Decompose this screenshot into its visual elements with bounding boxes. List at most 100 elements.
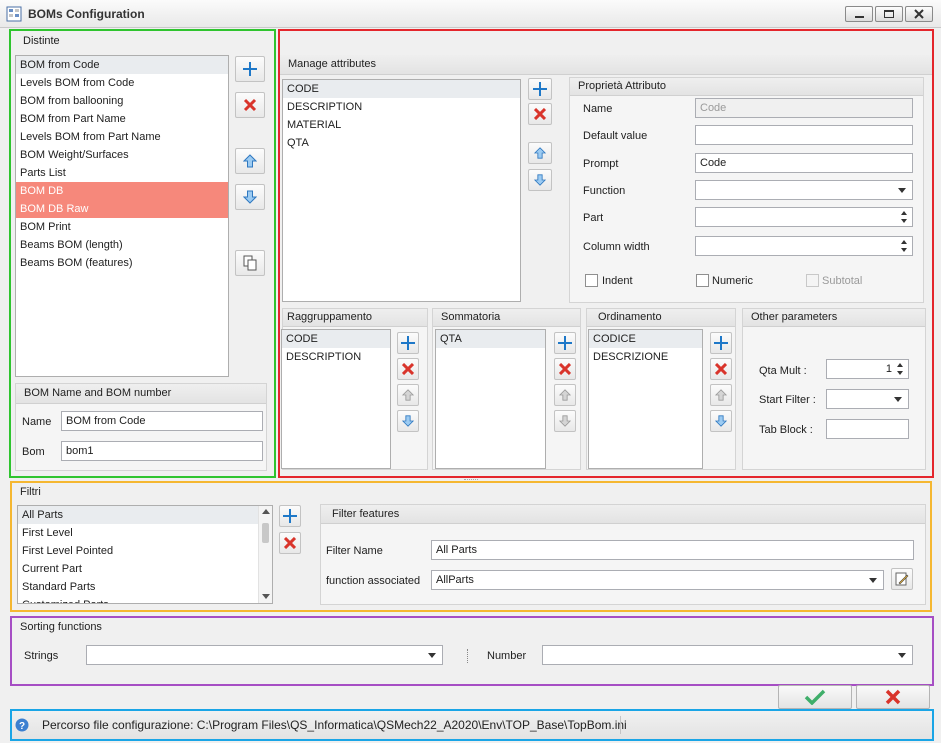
attribute-list[interactable]: CODE DESCRIPTION MATERIAL QTA: [282, 79, 521, 302]
move-down-bom-button[interactable]: [235, 184, 265, 210]
arrow-down-icon: [243, 190, 257, 204]
strings-dropdown[interactable]: [86, 645, 443, 665]
move-down-ordering-button[interactable]: [710, 410, 732, 432]
indent-checkbox[interactable]: [585, 274, 598, 287]
part-spinner[interactable]: [695, 207, 913, 227]
add-filter-button[interactable]: [279, 505, 301, 527]
bom-list-item[interactable]: Parts List: [16, 164, 228, 182]
remove-filter-button[interactable]: [279, 532, 301, 554]
edit-function-button[interactable]: [891, 568, 913, 590]
qta-mult-spinner[interactable]: 1: [826, 359, 909, 379]
filter-list-item[interactable]: First Level: [18, 524, 258, 542]
remove-ordering-button[interactable]: [710, 358, 732, 380]
attribute-list-item[interactable]: MATERIAL: [283, 116, 520, 134]
attribute-list-item[interactable]: DESCRIPTION: [283, 98, 520, 116]
bom-number-input[interactable]: bom1: [61, 441, 263, 461]
sorting-separator: [467, 649, 468, 663]
attr-name-input[interactable]: Code: [695, 98, 913, 118]
filter-list-item[interactable]: Standard Parts: [18, 578, 258, 596]
add-bom-button[interactable]: [235, 56, 265, 82]
cancel-button[interactable]: [856, 685, 930, 709]
filter-list-item[interactable]: First Level Pointed: [18, 542, 258, 560]
filter-name-label: Filter Name: [326, 545, 383, 557]
move-up-bom-button[interactable]: [235, 148, 265, 174]
add-grouping-button[interactable]: [397, 332, 419, 354]
spin-down-icon[interactable]: [901, 248, 907, 252]
bom-list-item[interactable]: BOM Print: [16, 218, 228, 236]
move-down-attribute-button[interactable]: [528, 169, 552, 191]
move-up-grouping-button[interactable]: [397, 384, 419, 406]
grouping-list[interactable]: CODE DESCRIPTION: [281, 329, 391, 469]
move-up-summation-button[interactable]: [554, 384, 576, 406]
bom-list-item[interactable]: BOM DB: [16, 182, 228, 200]
arrow-up-icon: [715, 389, 727, 401]
prompt-input[interactable]: Code: [695, 153, 913, 173]
close-window-button[interactable]: [905, 6, 933, 22]
numeric-checkbox[interactable]: [696, 274, 709, 287]
attribute-list-item[interactable]: CODE: [283, 80, 520, 98]
start-filter-dropdown[interactable]: [826, 389, 909, 409]
copy-bom-button[interactable]: [235, 250, 265, 276]
start-filter-label: Start Filter :: [759, 394, 816, 406]
remove-summation-button[interactable]: [554, 358, 576, 380]
scroll-up-icon[interactable]: [262, 509, 270, 514]
spin-up-icon[interactable]: [901, 240, 907, 244]
remove-bom-button[interactable]: [235, 92, 265, 118]
spin-up-icon[interactable]: [901, 211, 907, 215]
remove-grouping-button[interactable]: [397, 358, 419, 380]
number-dropdown[interactable]: [542, 645, 913, 665]
filter-list-item[interactable]: Current Part: [18, 560, 258, 578]
summation-list-item[interactable]: QTA: [436, 330, 545, 348]
ordering-list-item[interactable]: CODICE: [589, 330, 702, 348]
minimize-button[interactable]: [845, 6, 873, 22]
column-width-spinner[interactable]: [695, 236, 913, 256]
tab-block-input[interactable]: [826, 419, 909, 439]
bom-list[interactable]: BOM from Code Levels BOM from Code BOM fro…: [15, 55, 229, 377]
grouping-list-item[interactable]: DESCRIPTION: [282, 348, 390, 366]
function-associated-label: function associated: [326, 575, 421, 587]
filter-name-input[interactable]: All Parts: [431, 540, 914, 560]
attributes-section: Manage attributes CODE DESCRIPTION MATERIA…: [278, 29, 934, 478]
grouping-list-item[interactable]: CODE: [282, 330, 390, 348]
bom-list-item[interactable]: Beams BOM (features): [16, 254, 228, 272]
filter-list-item[interactable]: All Parts: [18, 506, 258, 524]
scroll-thumb[interactable]: [262, 523, 269, 543]
move-up-attribute-button[interactable]: [528, 142, 552, 164]
remove-attribute-button[interactable]: [528, 103, 552, 125]
bom-list-item[interactable]: BOM Weight/Surfaces: [16, 146, 228, 164]
help-icon[interactable]: ?: [15, 718, 29, 732]
filter-list-scrollbar[interactable]: [258, 506, 272, 603]
bom-list-item[interactable]: BOM from Part Name: [16, 110, 228, 128]
move-up-ordering-button[interactable]: [710, 384, 732, 406]
ordering-list-item[interactable]: DESCRIZIONE: [589, 348, 702, 366]
filter-list-item[interactable]: Customized Parts: [18, 596, 258, 603]
column-width-label: Column width: [583, 241, 650, 253]
subtotal-checkbox[interactable]: [806, 274, 819, 287]
attribute-list-item[interactable]: QTA: [283, 134, 520, 152]
ok-button[interactable]: [778, 685, 852, 709]
bom-list-item[interactable]: Levels BOM from Code: [16, 74, 228, 92]
add-ordering-button[interactable]: [710, 332, 732, 354]
spin-up-icon[interactable]: [897, 363, 903, 367]
bom-list-item[interactable]: Levels BOM from Part Name: [16, 128, 228, 146]
add-summation-button[interactable]: [554, 332, 576, 354]
bom-name-input[interactable]: BOM from Code: [61, 411, 263, 431]
scroll-down-icon[interactable]: [262, 594, 270, 599]
bom-list-item[interactable]: BOM DB Raw: [16, 200, 228, 218]
summation-list[interactable]: QTA: [435, 329, 546, 469]
bom-list-item[interactable]: BOM from ballooning: [16, 92, 228, 110]
move-down-summation-button[interactable]: [554, 410, 576, 432]
function-dropdown[interactable]: [695, 180, 913, 200]
bom-list-item[interactable]: BOM from Code: [16, 56, 228, 74]
edit-icon: [895, 572, 909, 586]
add-attribute-button[interactable]: [528, 78, 552, 100]
bom-list-item[interactable]: Beams BOM (length): [16, 236, 228, 254]
ordering-list[interactable]: CODICE DESCRIZIONE: [588, 329, 703, 469]
spin-down-icon[interactable]: [901, 219, 907, 223]
default-value-input[interactable]: [695, 125, 913, 145]
filter-list[interactable]: All Parts First Level First Level Pointed C…: [17, 505, 273, 604]
maximize-button[interactable]: [875, 6, 903, 22]
function-associated-dropdown[interactable]: AllParts: [431, 570, 884, 590]
spin-down-icon[interactable]: [897, 371, 903, 375]
move-down-grouping-button[interactable]: [397, 410, 419, 432]
